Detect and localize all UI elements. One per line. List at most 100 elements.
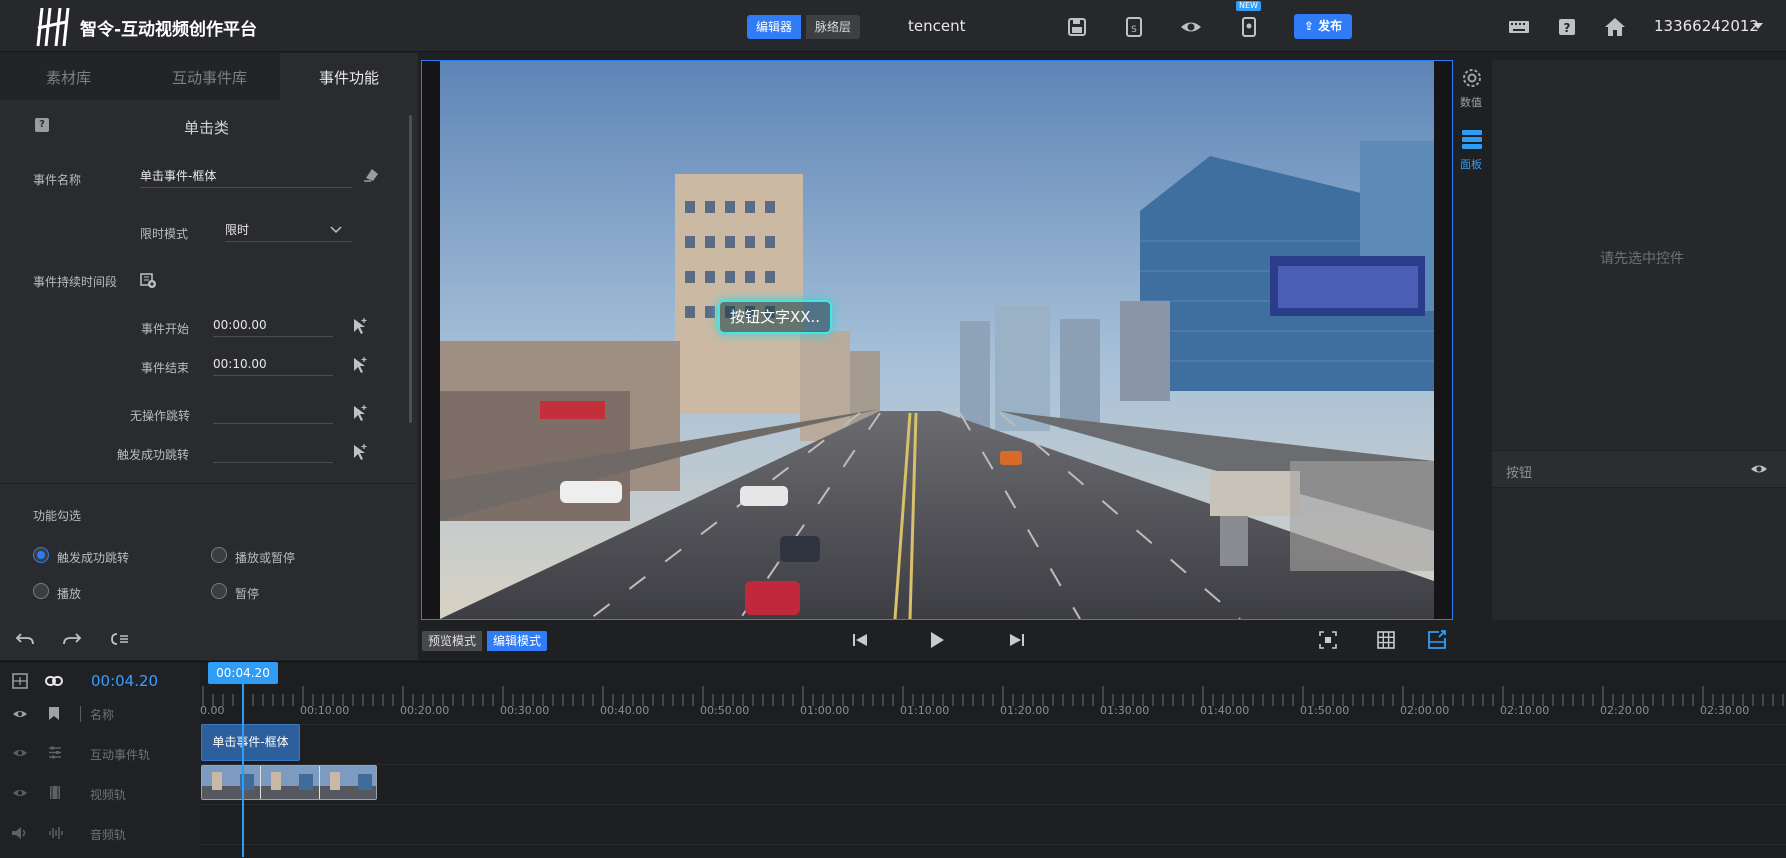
ruler-tick-label: 02:20.00 <box>1600 704 1650 717</box>
ruler-tick-label: 01:50.00 <box>1300 704 1350 717</box>
radio-play[interactable] <box>33 583 49 599</box>
current-time: 00:04.20 <box>91 672 159 690</box>
home-icon[interactable] <box>1604 16 1626 38</box>
timeline-eye-icon[interactable] <box>12 708 28 720</box>
video-clip-thumbnails <box>202 766 376 799</box>
help-icon[interactable]: ? <box>1556 16 1578 38</box>
user-account[interactable]: 13366242012 <box>1654 17 1759 35</box>
app-title: 智令-互动视频创作平台 <box>80 20 258 40</box>
playhead-time-tag[interactable]: 00:04.20 <box>208 662 278 684</box>
save-as-icon[interactable]: S <box>1123 16 1145 38</box>
event-end-field[interactable]: 00:10.00 <box>213 354 333 376</box>
radio-play-pause[interactable] <box>211 547 227 563</box>
project-name: tencent <box>908 17 966 35</box>
event-name-field[interactable]: 单击事件-框体 <box>140 166 352 188</box>
panel-label[interactable]: 面板 <box>1460 156 1482 172</box>
upload-icon: ⇪ <box>1303 19 1314 33</box>
event-track-sliders-icon <box>49 746 61 759</box>
event-clip[interactable]: 单击事件-框体 <box>201 724 300 761</box>
pick-end-cursor-icon[interactable] <box>352 356 368 374</box>
ruler-tick-label: 01:30.00 <box>1100 704 1150 717</box>
values-label[interactable]: 数值 <box>1460 94 1482 110</box>
event-end-label: 事件结束 <box>141 361 190 375</box>
network-layer-button[interactable]: 脉络层 <box>806 15 861 39</box>
audio-track-speaker-icon[interactable] <box>11 826 29 840</box>
export-frame-icon[interactable] <box>1426 629 1448 651</box>
eraser-icon[interactable] <box>363 166 379 184</box>
right-panel: 请先选中控件 按钮 <box>1492 60 1786 620</box>
save-icon[interactable] <box>1066 16 1088 38</box>
skip-forward-icon[interactable] <box>1008 631 1026 649</box>
layer-row-button[interactable]: 按钮 <box>1492 450 1786 488</box>
logo-icon <box>36 7 70 47</box>
event-start-field[interactable]: 00:00.00 <box>213 315 333 337</box>
limit-mode-select[interactable]: 限时 <box>225 220 352 242</box>
gear-icon[interactable] <box>1460 66 1484 90</box>
ruler-tick-label: 00:20.00 <box>400 704 450 717</box>
ruler-tick-label: 02:10.00 <box>1500 704 1550 717</box>
layer-visibility-eye-icon[interactable] <box>1750 462 1768 476</box>
event-start-label: 事件开始 <box>141 322 190 336</box>
success-jump-field[interactable] <box>213 441 333 463</box>
option-success-jump-label: 触发成功跳转 <box>57 551 130 565</box>
chevron-down-icon <box>330 226 342 234</box>
user-dropdown-caret-icon[interactable] <box>1753 23 1763 29</box>
playhead-line[interactable] <box>242 684 244 857</box>
pick-start-cursor-icon[interactable] <box>352 317 368 335</box>
video-track-label: 视频轨 <box>90 788 127 802</box>
tab-event-library[interactable]: 互动事件库 <box>172 67 247 88</box>
pick-success-cursor-icon[interactable] <box>352 443 368 461</box>
list-toggle-icon[interactable] <box>110 631 130 647</box>
bookmark-icon[interactable] <box>48 706 60 721</box>
skip-back-icon[interactable] <box>851 631 869 649</box>
ruler-tick-label: 02:30.00 <box>1700 704 1750 717</box>
duration-label: 事件持续时间段 <box>33 275 118 289</box>
fit-screen-icon[interactable] <box>1318 630 1338 650</box>
left-tabs: 素材库 互动事件库 事件功能 <box>0 53 418 100</box>
mobile-preview-icon[interactable] <box>1238 16 1260 38</box>
panel-layers-icon[interactable] <box>1460 128 1484 150</box>
add-track-icon[interactable] <box>11 672 29 690</box>
timeline-ruler[interactable] <box>200 682 1786 706</box>
add-duration-icon[interactable] <box>140 271 156 289</box>
video-track-eye-icon[interactable] <box>12 787 28 799</box>
left-panel: 素材库 互动事件库 事件功能 ? 单击类 事件名称 单击事件-框体 限时模式 限… <box>0 53 418 660</box>
radio-pause[interactable] <box>211 583 227 599</box>
link-icon[interactable] <box>44 672 64 690</box>
video-clip[interactable] <box>201 765 377 800</box>
left-scrollbar[interactable] <box>409 115 412 423</box>
event-track-eye-icon[interactable] <box>12 747 28 759</box>
tab-event-function[interactable]: 事件功能 <box>319 67 379 88</box>
grid-icon[interactable] <box>1376 630 1396 650</box>
ruler-tick-label: 01:40.00 <box>1200 704 1250 717</box>
redo-icon[interactable] <box>62 631 82 647</box>
select-control-hint: 请先选中控件 <box>1600 251 1684 267</box>
hotspot-button[interactable]: 按钮文字XX.. <box>718 300 832 334</box>
tab-materials[interactable]: 素材库 <box>46 67 91 88</box>
ruler-tick-label: 00:40.00 <box>600 704 650 717</box>
svg-text:S: S <box>1131 25 1137 35</box>
pick-no-action-cursor-icon[interactable] <box>352 404 368 422</box>
publish-label: 发布 <box>1318 19 1343 33</box>
option-play-pause-label: 播放或暂停 <box>235 551 296 565</box>
limit-mode-label: 限时模式 <box>140 227 189 241</box>
ruler-tick-label: 02:00.00 <box>1400 704 1450 717</box>
ruler-tick-label: 01:20.00 <box>1000 704 1050 717</box>
timeline-track-headers: 00:04.20 名称 互动事件轨 视频轨 音频轨 <box>0 662 200 858</box>
section-help-icon[interactable]: ? <box>35 118 49 132</box>
undo-icon[interactable] <box>15 631 35 647</box>
no-action-jump-field[interactable] <box>213 402 333 424</box>
edit-mode-button[interactable]: 编辑模式 <box>487 631 548 651</box>
editor-mode-button[interactable]: 编辑器 <box>747 15 802 39</box>
publish-button[interactable]: ⇪ 发布 <box>1294 14 1352 39</box>
ruler-tick-label: 00:10.00 <box>300 704 350 717</box>
radio-success-jump[interactable] <box>33 547 49 563</box>
keyboard-icon[interactable] <box>1508 16 1530 38</box>
option-pause-label: 暂停 <box>235 587 260 601</box>
preview-eye-icon[interactable] <box>1180 16 1202 38</box>
ruler-tick-label: 00:30.00 <box>500 704 550 717</box>
play-icon[interactable] <box>928 630 946 650</box>
preview-mode-button[interactable]: 预览模式 <box>422 631 483 651</box>
ruler-tick-label: 00:50.00 <box>700 704 750 717</box>
film-strip-icon <box>50 786 60 799</box>
